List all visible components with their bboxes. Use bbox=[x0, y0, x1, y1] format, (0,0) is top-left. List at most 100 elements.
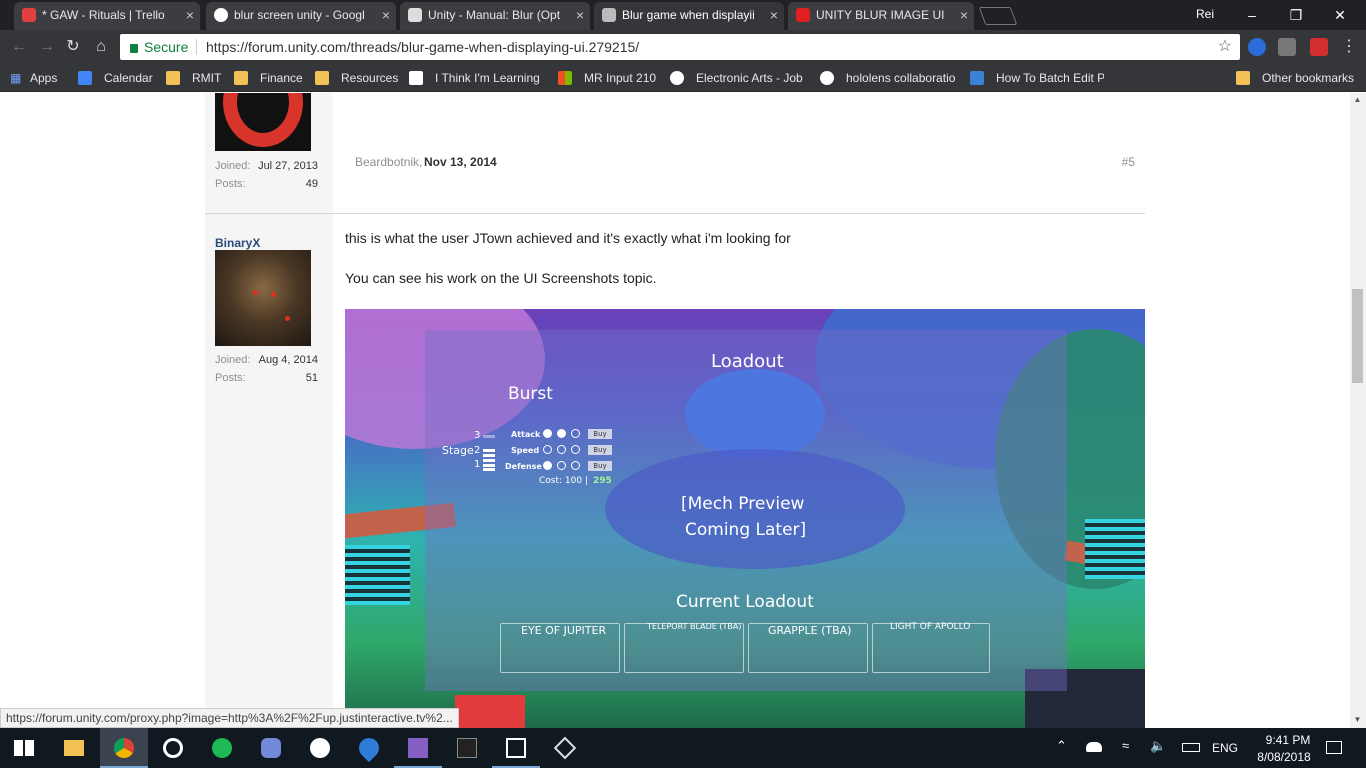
stat-label: Defense bbox=[505, 462, 542, 471]
mail-icon[interactable] bbox=[1278, 38, 1296, 56]
taskbar-visual-studio[interactable] bbox=[394, 728, 442, 768]
taskbar-epic-games[interactable] bbox=[443, 728, 491, 768]
post-author-link[interactable]: Beardbotnik, bbox=[355, 155, 422, 169]
new-tab-button[interactable] bbox=[978, 7, 1018, 25]
post-date[interactable]: Nov 13, 2014 bbox=[424, 155, 497, 169]
taskbar-unity[interactable] bbox=[492, 728, 540, 768]
stage-number: 1 bbox=[474, 459, 481, 470]
close-icon[interactable]: × bbox=[576, 2, 584, 28]
post-permalink[interactable]: #5 bbox=[1110, 155, 1135, 169]
taskbar-chrome[interactable] bbox=[100, 728, 148, 768]
google-icon bbox=[214, 8, 228, 22]
buy-button[interactable]: Buy bbox=[588, 429, 612, 439]
mech-preview-text: [Mech Preview bbox=[681, 494, 805, 514]
bookmark-mr-input[interactable]: MR Input 210 bbox=[558, 70, 662, 86]
back-button[interactable]: ← bbox=[8, 36, 30, 58]
bookmark-apps[interactable]: ▦ Apps bbox=[10, 70, 70, 86]
address-separator bbox=[196, 39, 197, 55]
taskbar-maps[interactable] bbox=[345, 728, 393, 768]
home-button[interactable]: ⌂ bbox=[90, 36, 112, 58]
clock-date[interactable]: 8/08/2018 bbox=[1248, 750, 1320, 764]
stat-dot bbox=[557, 445, 566, 454]
minimize-button[interactable]: – bbox=[1238, 4, 1266, 26]
tab-youtube[interactable]: UNITY BLUR IMAGE UI × bbox=[788, 2, 974, 30]
ea-icon bbox=[670, 71, 684, 85]
close-window-button[interactable]: ✕ bbox=[1326, 4, 1354, 26]
extension-icon[interactable] bbox=[1310, 38, 1328, 56]
close-icon[interactable]: × bbox=[960, 2, 968, 28]
menu-icon[interactable]: ⋮ bbox=[1338, 36, 1360, 58]
joined-date: Aug 4, 2014 bbox=[258, 354, 318, 366]
scrollbar-thumb[interactable] bbox=[1352, 289, 1363, 383]
address-bar[interactable]: Secure https://forum.unity.com/threads/b… bbox=[120, 34, 1240, 60]
page-scrollbar[interactable] bbox=[1350, 93, 1366, 728]
taskbar-spotify[interactable] bbox=[198, 728, 246, 768]
notification-icon[interactable] bbox=[1326, 741, 1342, 754]
lock-icon bbox=[130, 44, 138, 53]
other-bookmarks[interactable]: Other bookmarks bbox=[1236, 70, 1360, 86]
avatar[interactable] bbox=[215, 250, 311, 346]
scroll-down-icon[interactable]: ▼ bbox=[1352, 715, 1363, 724]
embedded-game-screenshot[interactable]: Loadout Burst Stage 3 2 1 Attack Buy Spe… bbox=[345, 309, 1145, 728]
bookmark-ea[interactable]: Electronic Arts - Job bbox=[670, 70, 804, 86]
start-button[interactable] bbox=[0, 728, 48, 768]
folder-icon bbox=[315, 71, 329, 85]
taskbar-origin[interactable] bbox=[149, 728, 197, 768]
loadout-slot-label: LIGHT OF APOLLO bbox=[890, 622, 971, 632]
clock-time[interactable]: 9:41 PM bbox=[1256, 733, 1320, 747]
post-divider bbox=[205, 213, 1145, 214]
cost-label: Cost: 100 | bbox=[539, 476, 588, 486]
stage-bar bbox=[483, 449, 495, 452]
extension-icon[interactable] bbox=[1248, 38, 1266, 56]
discord-icon bbox=[261, 738, 281, 758]
show-hidden-icons-chevron-icon[interactable]: ⌃ bbox=[1056, 738, 1067, 754]
close-icon[interactable]: × bbox=[382, 2, 390, 28]
taskbar-discord[interactable] bbox=[247, 728, 295, 768]
folder-icon bbox=[166, 71, 180, 85]
tab-google-search[interactable]: blur screen unity - Googl × bbox=[206, 2, 396, 30]
bookmark-learning[interactable]: I Think I'm Learning bbox=[409, 70, 543, 86]
bookmark-batch-edit[interactable]: How To Batch Edit P bbox=[970, 70, 1104, 86]
volume-icon[interactable]: 🔈 bbox=[1150, 738, 1166, 754]
profile-name[interactable]: Rei bbox=[1196, 7, 1214, 21]
bookmark-rmit[interactable]: RMIT bbox=[166, 70, 226, 86]
unity-icon bbox=[506, 738, 526, 758]
youtube-icon bbox=[796, 8, 810, 22]
buy-button[interactable]: Buy bbox=[588, 445, 612, 455]
reload-button[interactable]: ↻ bbox=[62, 36, 84, 58]
restore-button[interactable]: ❐ bbox=[1282, 4, 1310, 26]
bookmark-hololens[interactable]: hololens collaboratio bbox=[820, 70, 956, 86]
forward-button[interactable]: → bbox=[36, 36, 58, 58]
close-icon[interactable]: × bbox=[770, 2, 778, 28]
tab-unity-manual[interactable]: Unity - Manual: Blur (Opt × bbox=[400, 2, 590, 30]
username-link[interactable]: BinaryX bbox=[215, 236, 260, 250]
calendar-icon bbox=[78, 71, 92, 85]
scroll-up-icon[interactable]: ▲ bbox=[1352, 95, 1363, 104]
tab-unity-forum[interactable]: Blur game when displayii × bbox=[594, 2, 784, 30]
wifi-icon[interactable]: ≈ bbox=[1122, 738, 1129, 753]
bookmark-calendar[interactable]: Calendar bbox=[78, 70, 158, 86]
url-text[interactable]: https://forum.unity.com/threads/blur-gam… bbox=[206, 34, 639, 60]
stat-dot bbox=[543, 429, 552, 438]
bookmark-finance[interactable]: Finance bbox=[234, 70, 306, 86]
star-icon[interactable]: ☆ bbox=[1218, 34, 1232, 60]
battery-icon[interactable] bbox=[1182, 743, 1200, 752]
cost-total: 295 bbox=[593, 476, 612, 486]
secure-indicator[interactable]: Secure bbox=[130, 34, 188, 60]
onedrive-icon[interactable] bbox=[1086, 742, 1102, 752]
post-count: 49 bbox=[305, 178, 318, 190]
close-icon[interactable]: × bbox=[186, 2, 194, 28]
tab-trello[interactable]: * GAW - Rituals | Trello × bbox=[14, 2, 200, 30]
language-indicator[interactable]: ENG bbox=[1212, 741, 1238, 755]
taskbar-slack[interactable] bbox=[296, 728, 344, 768]
current-loadout-title: Current Loadout bbox=[676, 592, 814, 612]
bookmark-resources[interactable]: Resources bbox=[315, 70, 400, 86]
taskbar-file-explorer[interactable] bbox=[50, 728, 98, 768]
avatar[interactable] bbox=[215, 93, 311, 151]
folder-icon bbox=[234, 71, 248, 85]
joined-date: Jul 27, 2013 bbox=[258, 160, 318, 172]
stage-number: 2 bbox=[474, 445, 481, 456]
buy-button[interactable]: Buy bbox=[588, 461, 612, 471]
taskbar-unity-hub[interactable] bbox=[541, 728, 589, 768]
origin-icon bbox=[163, 738, 183, 758]
